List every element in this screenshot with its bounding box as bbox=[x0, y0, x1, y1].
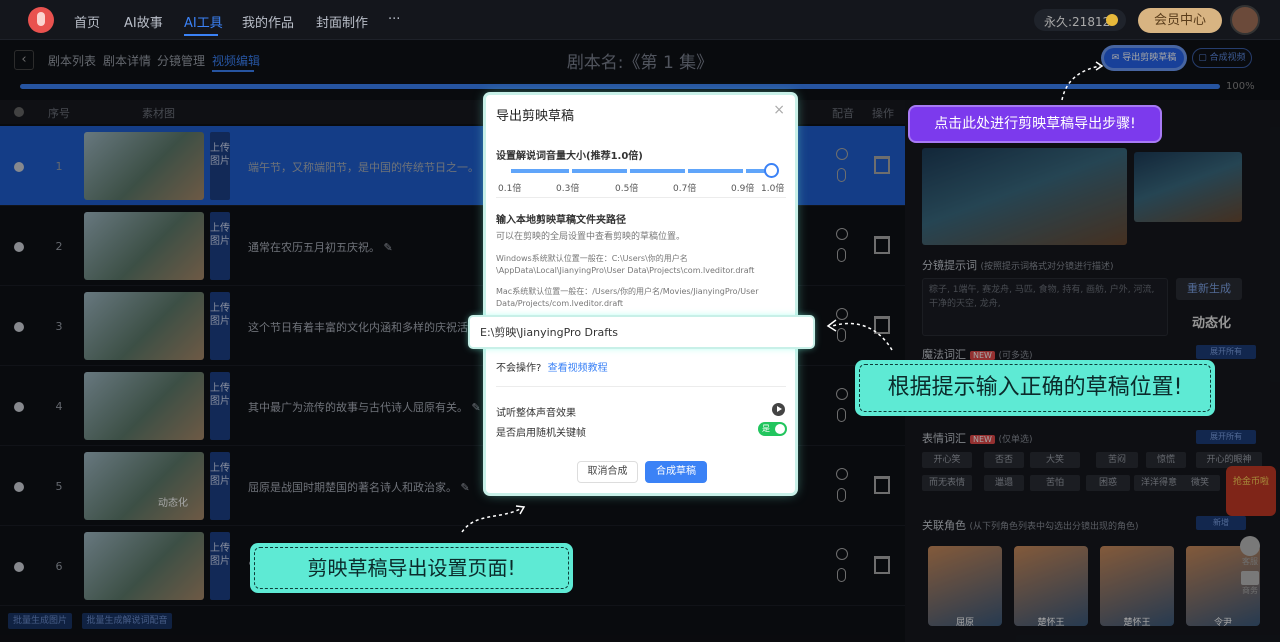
arrow-path bbox=[831, 322, 893, 351]
callout-arrows bbox=[461, 61, 1104, 533]
arrow-page bbox=[461, 507, 523, 533]
arrow-export-head bbox=[1095, 61, 1104, 71]
arrow-export bbox=[1061, 65, 1101, 101]
